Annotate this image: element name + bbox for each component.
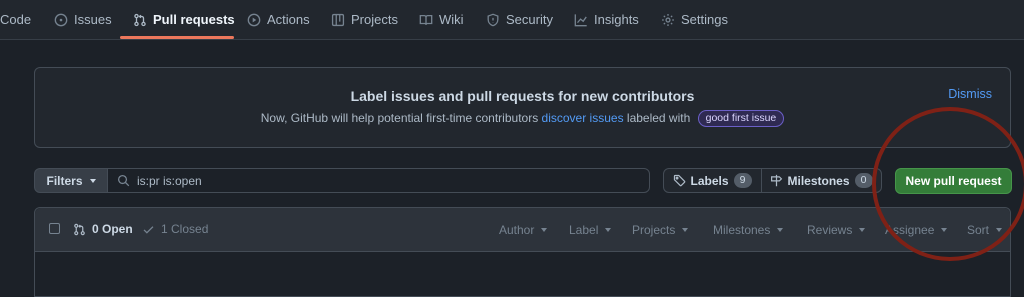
tab-settings[interactable]: Settings: [661, 0, 728, 39]
tab-code[interactable]: Code: [0, 0, 31, 39]
tab-pull-requests[interactable]: Pull requests: [133, 0, 235, 39]
tab-security-label: Security: [506, 12, 553, 27]
banner-text-after: labeled with: [623, 111, 691, 125]
filters-label: Filters: [46, 173, 83, 188]
milestone-icon: [770, 174, 787, 187]
tab-wiki[interactable]: Wiki: [419, 0, 464, 39]
good-first-issue-label[interactable]: good first issue: [697, 110, 785, 127]
dismiss-button[interactable]: Dismiss: [948, 87, 992, 101]
closed-filter[interactable]: 1 Closed: [142, 222, 208, 236]
reviews-filter[interactable]: Reviews: [807, 223, 866, 237]
list-header: 0 Open 1 Closed Author Label Projects Mi…: [35, 208, 1010, 252]
label-filter[interactable]: Label: [569, 223, 612, 237]
repo-nav: Code Issues Pull requests Actions Projec…: [0, 0, 1024, 40]
issue-icon: [54, 13, 68, 27]
labels-button[interactable]: Labels 9: [663, 168, 762, 193]
tab-actions[interactable]: Actions: [247, 0, 310, 39]
tab-security[interactable]: Security: [486, 0, 553, 39]
select-all-checkbox[interactable]: [49, 223, 60, 234]
milestones-label: Milestones: [787, 173, 850, 188]
tab-insights[interactable]: Insights: [574, 0, 639, 39]
open-count: 0 Open: [92, 222, 133, 236]
pull-request-icon: [73, 223, 92, 236]
tab-wiki-label: Wiki: [439, 12, 464, 27]
assignee-filter-label: Assignee: [885, 223, 935, 237]
assignee-filter[interactable]: Assignee: [885, 223, 948, 237]
caret-down-icon: [941, 228, 948, 232]
play-icon: [247, 13, 261, 27]
closed-count: 1 Closed: [161, 222, 209, 236]
search-input[interactable]: [137, 173, 617, 188]
new-pull-request-button[interactable]: New pull request: [895, 168, 1012, 194]
tab-projects-label: Projects: [351, 12, 398, 27]
discover-issues-link[interactable]: discover issues: [542, 111, 624, 125]
contributors-banner: Label issues and pull requests for new c…: [34, 67, 1011, 148]
sort-filter-label: Sort: [967, 223, 990, 237]
pull-request-list: 0 Open 1 Closed Author Label Projects Mi…: [34, 207, 1011, 297]
tab-code-label: Code: [0, 12, 32, 27]
tab-settings-label: Settings: [681, 12, 728, 27]
banner-text: Now, GitHub will help potential first-ti…: [260, 111, 542, 125]
labels-count: 9: [733, 173, 752, 188]
banner-description: Now, GitHub will help potential first-ti…: [35, 110, 1010, 127]
author-filter-label: Author: [499, 223, 535, 237]
reviews-filter-label: Reviews: [807, 223, 853, 237]
milestones-button[interactable]: Milestones 0: [761, 168, 882, 193]
shield-icon: [486, 13, 500, 27]
banner-title: Label issues and pull requests for new c…: [350, 88, 695, 104]
gear-icon: [661, 13, 675, 27]
milestones-count: 0: [854, 173, 873, 188]
tab-insights-label: Insights: [594, 12, 639, 27]
active-tab-indicator: [120, 36, 234, 39]
table-icon: [331, 13, 345, 27]
search-icon: [117, 174, 137, 187]
author-filter[interactable]: Author: [499, 223, 548, 237]
book-icon: [419, 13, 433, 27]
tab-issues[interactable]: Issues: [54, 0, 112, 39]
caret-down-icon: [777, 228, 784, 232]
label-filter-label: Label: [569, 223, 599, 237]
tab-projects[interactable]: Projects: [331, 0, 398, 39]
check-icon: [142, 223, 161, 236]
tab-issues-label: Issues: [74, 12, 112, 27]
labels-label: Labels: [690, 173, 729, 188]
caret-down-icon: [541, 228, 548, 232]
projects-filter[interactable]: Projects: [632, 223, 689, 237]
tab-actions-label: Actions: [267, 12, 310, 27]
sort-filter[interactable]: Sort: [967, 223, 1003, 237]
caret-down-icon: [605, 228, 612, 232]
milestones-filter-label: Milestones: [713, 223, 771, 237]
caret-down-icon: [859, 228, 866, 232]
caret-down-icon: [89, 178, 96, 183]
tab-pull-requests-label: Pull requests: [153, 12, 235, 27]
search-bar[interactable]: [107, 168, 650, 193]
filters-button[interactable]: Filters: [34, 168, 108, 193]
projects-filter-label: Projects: [632, 223, 676, 237]
tag-icon: [673, 174, 690, 187]
graph-icon: [574, 13, 588, 27]
caret-down-icon: [682, 228, 689, 232]
open-filter[interactable]: 0 Open: [73, 222, 133, 236]
pull-request-icon: [133, 13, 147, 27]
milestones-filter[interactable]: Milestones: [713, 223, 784, 237]
caret-down-icon: [996, 228, 1003, 232]
